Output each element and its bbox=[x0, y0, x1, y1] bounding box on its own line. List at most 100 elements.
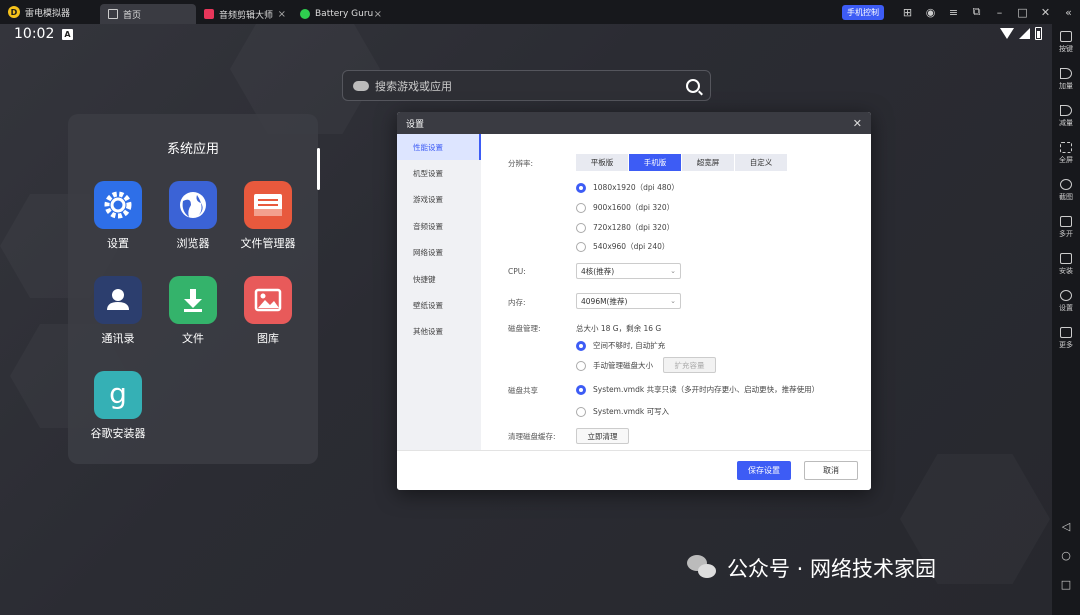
toolbar-label: 多开 bbox=[1059, 230, 1073, 238]
chevron-down-icon: ⌄ bbox=[670, 297, 676, 305]
seg-custom[interactable]: 自定义 bbox=[735, 154, 788, 171]
app-label: 谷歌安装器 bbox=[90, 427, 146, 440]
seg-tablet[interactable]: 平板版 bbox=[576, 154, 629, 171]
share-readonly-option[interactable]: System.vmdk 共享只读（多开时内存更小、启动更快，推荐使用） bbox=[576, 384, 819, 395]
nav-shortcuts[interactable]: 快捷键 bbox=[397, 266, 481, 292]
close-icon[interactable]: × bbox=[278, 9, 286, 20]
app-browser[interactable]: 浏览器 bbox=[153, 181, 233, 251]
nav-game[interactable]: 游戏设置 bbox=[397, 187, 481, 213]
toolbar-settings[interactable]: 设置 bbox=[1052, 283, 1080, 320]
radio-selected bbox=[576, 384, 586, 395]
resolution-option[interactable]: 1080x1920（dpi 480） bbox=[576, 182, 679, 193]
share-writable-option[interactable]: System.vmdk 可写入 bbox=[576, 406, 669, 417]
radio-unselected bbox=[576, 360, 586, 371]
android-nav-buttons: ◁ ○ □ bbox=[1052, 520, 1080, 591]
account-icon[interactable]: ◉ bbox=[919, 6, 942, 19]
settings-nav: 性能设置 机型设置 游戏设置 音频设置 网络设置 快捷键 壁纸设置 其他设置 bbox=[397, 134, 481, 450]
toolbar-multi-instance[interactable]: 多开 bbox=[1052, 209, 1080, 246]
audio-app-icon bbox=[204, 9, 214, 19]
search-input[interactable]: 搜索游戏或应用 bbox=[375, 78, 680, 94]
search-icon[interactable] bbox=[686, 78, 700, 93]
cpu-select[interactable]: 4核(推荐) ⌄ bbox=[576, 263, 681, 279]
resolution-mode-tabs: 平板版 手机版 超宽屏 自定义 bbox=[576, 154, 788, 171]
apk-install-icon bbox=[1060, 253, 1072, 264]
search-bar[interactable]: 搜索游戏或应用 bbox=[342, 70, 711, 101]
cancel-button[interactable]: 取消 bbox=[804, 461, 858, 480]
resolution-option[interactable]: 900x1600（dpi 320） bbox=[576, 202, 674, 213]
resolution-option-label: 540x960（dpi 240） bbox=[593, 242, 670, 251]
tab-home[interactable]: 首页 bbox=[100, 4, 196, 24]
back-icon[interactable]: ◁ bbox=[1062, 520, 1070, 533]
disk-manual-option[interactable]: 手动管理磁盘大小 bbox=[576, 360, 653, 371]
app-logo: D 雷电模拟器 bbox=[0, 6, 100, 19]
app-file-manager[interactable]: 文件管理器 bbox=[228, 181, 308, 251]
nav-model[interactable]: 机型设置 bbox=[397, 160, 481, 186]
title-bar: D 雷电模拟器 首页 音频剪辑大师 × Battery Guru × 手机控制 … bbox=[0, 0, 1080, 24]
home-icon[interactable]: ○ bbox=[1061, 549, 1071, 562]
app-label: 浏览器 bbox=[176, 237, 210, 250]
toolbar-screenshot[interactable]: 截图 bbox=[1052, 172, 1080, 209]
wechat-logo-icon bbox=[687, 555, 717, 581]
tab-battery-guru[interactable]: Battery Guru × bbox=[292, 4, 388, 24]
resolution-label: 分辨率: bbox=[508, 159, 534, 168]
resolution-option-label: 1080x1920（dpi 480） bbox=[593, 183, 679, 192]
cpu-label: CPU: bbox=[508, 267, 526, 276]
memory-value: 4096M(推荐) bbox=[581, 296, 628, 306]
toolbar-more[interactable]: 更多 bbox=[1052, 320, 1080, 357]
menu-icon[interactable]: ≡ bbox=[942, 6, 965, 19]
nav-network[interactable]: 网络设置 bbox=[397, 240, 481, 266]
signal-icon bbox=[1019, 28, 1030, 39]
save-button[interactable]: 保存设置 bbox=[737, 461, 791, 480]
nav-wallpaper[interactable]: 壁纸设置 bbox=[397, 292, 481, 318]
dialog-header: 设置 ✕ bbox=[397, 112, 871, 134]
toolbar-label: 截图 bbox=[1059, 193, 1073, 201]
gamepad-icon[interactable]: ⊞ bbox=[896, 6, 919, 19]
multi-instance-icon bbox=[1060, 216, 1072, 227]
app-settings[interactable]: 设置 bbox=[78, 181, 158, 251]
minimize-icon[interactable]: – bbox=[988, 6, 1011, 19]
close-window-icon[interactable]: ✕ bbox=[1034, 6, 1057, 19]
restore-icon[interactable]: ⧉ bbox=[965, 5, 988, 19]
page-indicator bbox=[317, 148, 320, 190]
toolbar-volume-up[interactable]: 加量 bbox=[1052, 61, 1080, 98]
app-label: 通讯录 bbox=[101, 332, 135, 345]
nav-audio[interactable]: 音频设置 bbox=[397, 213, 481, 239]
keyboard-icon bbox=[1060, 31, 1072, 42]
nav-performance[interactable]: 性能设置 bbox=[397, 134, 481, 161]
toolbar-fullscreen[interactable]: 全屏 bbox=[1052, 135, 1080, 172]
close-icon[interactable]: ✕ bbox=[853, 117, 862, 130]
resolution-option[interactable]: 540x960（dpi 240） bbox=[576, 241, 669, 252]
close-icon[interactable]: × bbox=[374, 9, 382, 20]
tab-audio-editor[interactable]: 音频剪辑大师 × bbox=[196, 4, 292, 24]
clear-cache-button[interactable]: 立即清理 bbox=[576, 428, 629, 444]
resolution-option-label: 720x1280（dpi 320） bbox=[593, 223, 675, 232]
disk-manual-label: 手动管理磁盘大小 bbox=[593, 361, 653, 370]
nav-other[interactable]: 其他设置 bbox=[397, 319, 481, 345]
dialog-title: 设置 bbox=[406, 119, 425, 130]
app-name: 雷电模拟器 bbox=[25, 8, 71, 19]
toolbar-volume-down[interactable]: 减量 bbox=[1052, 98, 1080, 135]
toolbar-install[interactable]: 安装 bbox=[1052, 246, 1080, 283]
seg-phone[interactable]: 手机版 bbox=[629, 154, 682, 171]
tab-label: 音频剪辑大师 bbox=[219, 10, 274, 21]
seg-ultrawide[interactable]: 超宽屏 bbox=[682, 154, 735, 171]
window-controls: 手机控制 ⊞ ◉ ≡ ⧉ – □ ✕ « bbox=[842, 0, 1080, 24]
app-gallery[interactable]: 图库 bbox=[228, 276, 308, 346]
memory-select[interactable]: 4096M(推荐) ⌄ bbox=[576, 293, 681, 309]
maximize-icon[interactable]: □ bbox=[1011, 6, 1034, 19]
radio-selected bbox=[576, 340, 586, 351]
cpu-value: 4核(推荐) bbox=[581, 266, 615, 276]
disk-auto-option[interactable]: 空间不够时, 自动扩充 bbox=[576, 340, 665, 351]
radio-unselected bbox=[576, 222, 586, 233]
expand-capacity-button[interactable]: 扩充容量 bbox=[663, 357, 716, 373]
app-files[interactable]: 文件 bbox=[153, 276, 233, 346]
app-contacts[interactable]: 通讯录 bbox=[78, 276, 158, 346]
toolbar-keymap[interactable]: 按键 bbox=[1052, 24, 1080, 61]
app-google-installer[interactable]: g 谷歌安装器 bbox=[78, 371, 158, 441]
collapse-sidebar-icon[interactable]: « bbox=[1057, 6, 1080, 19]
resolution-option[interactable]: 720x1280（dpi 320） bbox=[576, 222, 674, 233]
phone-control-button[interactable]: 手机控制 bbox=[842, 4, 884, 20]
disk-label: 磁盘管理: bbox=[508, 324, 541, 333]
share-label: 磁盘共享 bbox=[508, 386, 538, 395]
recents-icon[interactable]: □ bbox=[1061, 578, 1071, 591]
